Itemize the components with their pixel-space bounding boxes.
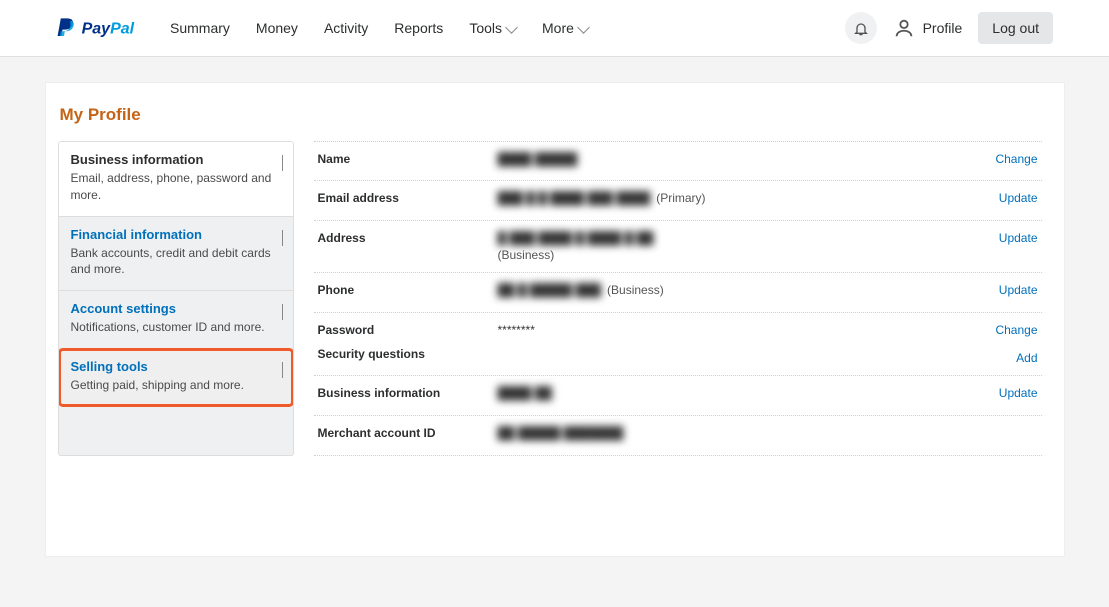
nav-tools[interactable]: Tools bbox=[469, 20, 516, 36]
sidebar-item-business-information[interactable]: Business information Email, address, phon… bbox=[59, 142, 293, 217]
row-value: ██ █████ ███████ bbox=[498, 426, 1038, 440]
chevron-right-icon bbox=[282, 230, 283, 245]
nav-more[interactable]: More bbox=[542, 20, 588, 36]
detail-row-password: Password Security questions******** Change… bbox=[314, 313, 1042, 376]
nav-tools-label: Tools bbox=[469, 20, 502, 36]
value-suffix: (Primary) bbox=[656, 191, 705, 205]
detail-row-email-address: Email address███ █ █ ████ ███ ████ (Prima… bbox=[314, 181, 1042, 221]
sidebar-item-desc: Notifications, customer ID and more. bbox=[71, 319, 281, 336]
row-label: Address bbox=[318, 231, 498, 245]
bell-icon bbox=[853, 20, 869, 36]
row-value: ████ █████ bbox=[498, 152, 996, 166]
profile-sidebar: Business information Email, address, phon… bbox=[58, 141, 294, 456]
update-link[interactable]: Update bbox=[999, 386, 1038, 400]
chevron-down-icon bbox=[505, 21, 518, 34]
nav-money[interactable]: Money bbox=[256, 20, 298, 36]
svg-text:PayPal: PayPal bbox=[82, 21, 135, 38]
detail-row-address: Address█ ███ ████ █ ████ █ ██ (Business)U… bbox=[314, 221, 1042, 273]
redacted-value: ██ █ █████ ███ bbox=[498, 283, 602, 297]
chevron-right-icon bbox=[282, 155, 283, 170]
value-suffix: (Business) bbox=[607, 283, 664, 297]
chevron-down-icon bbox=[577, 21, 590, 34]
sidebar-item-selling-tools[interactable]: Selling tools Getting paid, shipping and … bbox=[59, 349, 293, 406]
chevron-right-icon bbox=[282, 304, 283, 319]
nav-right: Profile Log out bbox=[845, 12, 1053, 44]
chevron-right-icon bbox=[282, 362, 283, 377]
sidebar-item-title: Selling tools bbox=[71, 359, 281, 374]
redacted-value: ███ █ █ ████ ███ ████ bbox=[498, 191, 651, 205]
redacted-value: █ ███ ████ █ ████ █ ██ bbox=[498, 231, 654, 245]
redacted-value: ██ █████ ███████ bbox=[498, 426, 624, 440]
sidebar-item-account-settings[interactable]: Account settings Notifications, customer … bbox=[59, 291, 293, 349]
redacted-value: ████ █████ bbox=[498, 152, 578, 166]
row-value: █ ███ ████ █ ████ █ ██ (Business) bbox=[498, 231, 999, 262]
row-label: Phone bbox=[318, 283, 498, 297]
sidebar-item-desc: Getting paid, shipping and more. bbox=[71, 377, 281, 394]
plain-value: ******** bbox=[498, 323, 535, 337]
paypal-logo[interactable]: PayPal bbox=[56, 15, 152, 41]
change-link[interactable]: Change bbox=[995, 152, 1037, 166]
add-link[interactable]: Add bbox=[1016, 351, 1037, 365]
detail-row-name: Name████ █████ Change bbox=[314, 141, 1042, 181]
row-value: ******** bbox=[498, 323, 996, 337]
row-label: Email address bbox=[318, 191, 498, 205]
user-icon bbox=[893, 17, 915, 39]
row-actions: Change Add bbox=[995, 323, 1037, 365]
row-value: ███ █ █ ████ ███ ████ (Primary) bbox=[498, 191, 999, 205]
update-link[interactable]: Update bbox=[999, 231, 1038, 245]
profile-details: Name████ █████ Change Email address███ █ █… bbox=[314, 141, 1052, 456]
update-link[interactable]: Update bbox=[999, 191, 1038, 205]
update-link[interactable]: Update bbox=[999, 283, 1038, 297]
row-label: Security questions bbox=[318, 347, 498, 361]
row-value: ██ █ █████ ███ (Business) bbox=[498, 283, 999, 297]
profile-container: My Profile Business information Email, ad… bbox=[45, 82, 1065, 557]
row-actions: Update bbox=[999, 231, 1038, 245]
detail-row-business-information: Business information████ ██ Update bbox=[314, 376, 1042, 416]
page-title: My Profile bbox=[60, 105, 1064, 125]
profile-button[interactable]: Profile bbox=[893, 17, 963, 39]
sidebar-item-desc: Email, address, phone, password and more… bbox=[71, 170, 281, 204]
main-nav: Summary Money Activity Reports Tools Mor… bbox=[170, 20, 845, 36]
detail-row-phone: Phone██ █ █████ ███ (Business) Update bbox=[314, 273, 1042, 313]
sidebar-item-desc: Bank accounts, credit and debit cards an… bbox=[71, 245, 281, 279]
nav-more-label: More bbox=[542, 20, 574, 36]
row-label: Merchant account ID bbox=[318, 426, 498, 440]
top-nav-bar: PayPal Summary Money Activity Reports To… bbox=[0, 0, 1109, 57]
nav-summary[interactable]: Summary bbox=[170, 20, 230, 36]
row-actions: Change bbox=[995, 152, 1037, 166]
value-subtext: (Business) bbox=[498, 248, 999, 262]
notifications-button[interactable] bbox=[845, 12, 877, 44]
change-link[interactable]: Change bbox=[995, 323, 1037, 337]
nav-activity[interactable]: Activity bbox=[324, 20, 368, 36]
sidebar-item-title: Business information bbox=[71, 152, 281, 167]
row-value: ████ ██ bbox=[498, 386, 999, 400]
sidebar-item-title: Account settings bbox=[71, 301, 281, 316]
row-actions: Update bbox=[999, 386, 1038, 400]
row-label: Password bbox=[318, 323, 498, 337]
redacted-value: ████ ██ bbox=[498, 386, 552, 400]
row-actions: Update bbox=[999, 283, 1038, 297]
sidebar-item-financial-information[interactable]: Financial information Bank accounts, cred… bbox=[59, 217, 293, 292]
detail-row-merchant-account-id: Merchant account ID██ █████ ███████ bbox=[314, 416, 1042, 456]
profile-label: Profile bbox=[923, 20, 963, 36]
row-actions: Update bbox=[999, 191, 1038, 205]
row-label: Business information bbox=[318, 386, 498, 400]
nav-reports[interactable]: Reports bbox=[394, 20, 443, 36]
row-label: Name bbox=[318, 152, 498, 166]
sidebar-item-title: Financial information bbox=[71, 227, 281, 242]
logout-button[interactable]: Log out bbox=[978, 12, 1053, 44]
